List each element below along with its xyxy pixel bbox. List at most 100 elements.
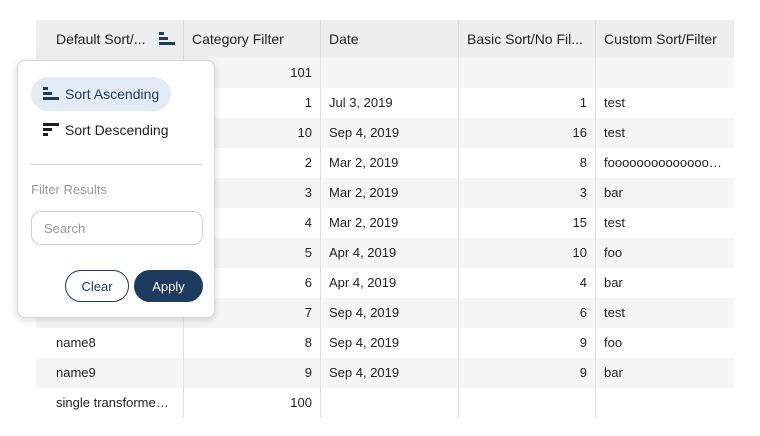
cell-custom-sort-text: bar: [604, 185, 623, 200]
cell-basic-sort-text: 4: [579, 275, 587, 290]
cell-custom-sort-text: fooooooooooooooo...: [604, 155, 726, 170]
cell-basic-sort-text: 10: [572, 245, 587, 260]
column-header-label: Default Sort/...: [56, 31, 146, 47]
cell-date: [321, 58, 459, 88]
column-header-basic-sort[interactable]: Basic Sort/No Fil...: [459, 20, 596, 58]
cell-basic-sort: 9: [459, 358, 596, 388]
cell-custom-sort: bar: [596, 358, 734, 388]
cell-category-text: 1: [304, 95, 312, 110]
cell-basic-sort-text: 9: [579, 365, 587, 380]
sort-ascending-icon[interactable]: [159, 32, 175, 46]
cell-date-text: Sep 4, 2019: [329, 335, 400, 350]
cell-category-text: 3: [304, 185, 312, 200]
cell-category-text: 8: [304, 335, 312, 350]
cell-custom-sort-text: foo: [604, 335, 623, 350]
cell-custom-sort: test: [596, 88, 734, 118]
cell-date: Jul 3, 2019: [321, 88, 459, 118]
cell-category: 100: [184, 388, 321, 418]
column-header-label: Date: [329, 31, 359, 47]
cell-basic-sort-text: 16: [572, 125, 587, 140]
cell-custom-sort-text: bar: [604, 275, 623, 290]
column-header-date[interactable]: Date: [321, 20, 459, 58]
cell-category-text: 101: [290, 65, 312, 80]
cell-custom-sort: foo: [596, 238, 734, 268]
cell-custom-sort: [596, 58, 734, 88]
cell-date: Mar 2, 2019: [321, 208, 459, 238]
cell-date-text: Apr 4, 2019: [329, 245, 397, 260]
table-row: name9 9 Sep 4, 2019 9 bar: [36, 358, 734, 388]
column-menu-popover: Sort Ascending Sort Descending Filter Re…: [17, 60, 215, 318]
cell-basic-sort: 16: [459, 118, 596, 148]
cell-basic-sort-text: 3: [579, 185, 587, 200]
cell-name-text: name9: [56, 365, 96, 380]
cell-date: Mar 2, 2019: [321, 148, 459, 178]
cell-basic-sort: [459, 388, 596, 418]
sort-ascending-option[interactable]: Sort Ascending: [31, 77, 172, 111]
cell-date-text: Sep 4, 2019: [329, 125, 400, 140]
cell-name-text: name8: [56, 335, 96, 350]
cell-basic-sort: 15: [459, 208, 596, 238]
cell-category: 9: [184, 358, 321, 388]
cell-custom-sort-text: test: [604, 215, 625, 230]
cell-date: Sep 4, 2019: [321, 118, 459, 148]
apply-button[interactable]: Apply: [134, 270, 203, 302]
cell-date: Sep 4, 2019: [321, 298, 459, 328]
cell-date-text: Sep 4, 2019: [329, 305, 400, 320]
cell-date: Apr 4, 2019: [321, 268, 459, 298]
cell-name: single transformed col: [36, 388, 184, 418]
cell-custom-sort: test: [596, 118, 734, 148]
cell-category-text: 4: [304, 215, 312, 230]
column-header-custom-sort[interactable]: Custom Sort/Filter: [596, 20, 734, 58]
cell-date-text: Mar 2, 2019: [329, 215, 399, 230]
cell-basic-sort: 1: [459, 88, 596, 118]
cell-basic-sort-text: 9: [579, 335, 587, 350]
clear-button[interactable]: Clear: [65, 270, 129, 302]
cell-custom-sort: bar: [596, 268, 734, 298]
cell-basic-sort: 3: [459, 178, 596, 208]
column-header-category-filter[interactable]: Category Filter: [184, 20, 321, 58]
column-header-label: Category Filter: [192, 31, 284, 47]
filter-search-input[interactable]: [31, 211, 203, 245]
cell-basic-sort-text: 6: [579, 305, 587, 320]
cell-category: 8: [184, 328, 321, 358]
cell-category-text: 5: [304, 245, 312, 260]
cell-name-text: single transformed col: [56, 395, 175, 410]
cell-custom-sort: test: [596, 298, 734, 328]
sort-descending-icon: [43, 123, 59, 136]
cell-date-text: Sep 4, 2019: [329, 365, 400, 380]
table-header: Default Sort/... Category Filter Date Ba…: [36, 20, 734, 58]
cell-date: Sep 4, 2019: [321, 358, 459, 388]
cell-custom-sort: fooooooooooooooo...: [596, 148, 734, 178]
sort-ascending-icon: [43, 87, 59, 100]
cell-custom-sort: [596, 388, 734, 418]
cell-category-text: 9: [304, 365, 312, 380]
cell-custom-sort-text: foo: [604, 245, 623, 260]
cell-basic-sort-text: 8: [579, 155, 587, 170]
sort-ascending-label: Sort Ascending: [65, 86, 160, 102]
filter-results-label: Filter Results: [31, 182, 107, 197]
cell-custom-sort: test: [596, 208, 734, 238]
column-header-default-sort[interactable]: Default Sort/...: [36, 20, 184, 58]
cell-category-text: 2: [304, 155, 312, 170]
sort-descending-label: Sort Descending: [65, 122, 169, 138]
cell-basic-sort: 4: [459, 268, 596, 298]
cell-date-text: Mar 2, 2019: [329, 185, 399, 200]
menu-divider: [31, 164, 202, 165]
sort-descending-option[interactable]: Sort Descending: [31, 113, 181, 147]
cell-basic-sort-text: 1: [579, 95, 587, 110]
cell-date: Mar 2, 2019: [321, 178, 459, 208]
cell-date: [321, 388, 459, 418]
cell-category-text: 7: [304, 305, 312, 320]
cell-custom-sort-text: bar: [604, 365, 623, 380]
cell-category-text: 10: [297, 125, 312, 140]
cell-name: name9: [36, 358, 184, 388]
cell-basic-sort-text: 15: [572, 215, 587, 230]
cell-date-text: Mar 2, 2019: [329, 155, 399, 170]
cell-date: Apr 4, 2019: [321, 238, 459, 268]
table-row: name8 8 Sep 4, 2019 9 foo: [36, 328, 734, 358]
cell-basic-sort: 6: [459, 298, 596, 328]
cell-custom-sort: foo: [596, 328, 734, 358]
cell-basic-sort: [459, 58, 596, 88]
cell-date: Sep 4, 2019: [321, 328, 459, 358]
cell-custom-sort-text: test: [604, 305, 625, 320]
